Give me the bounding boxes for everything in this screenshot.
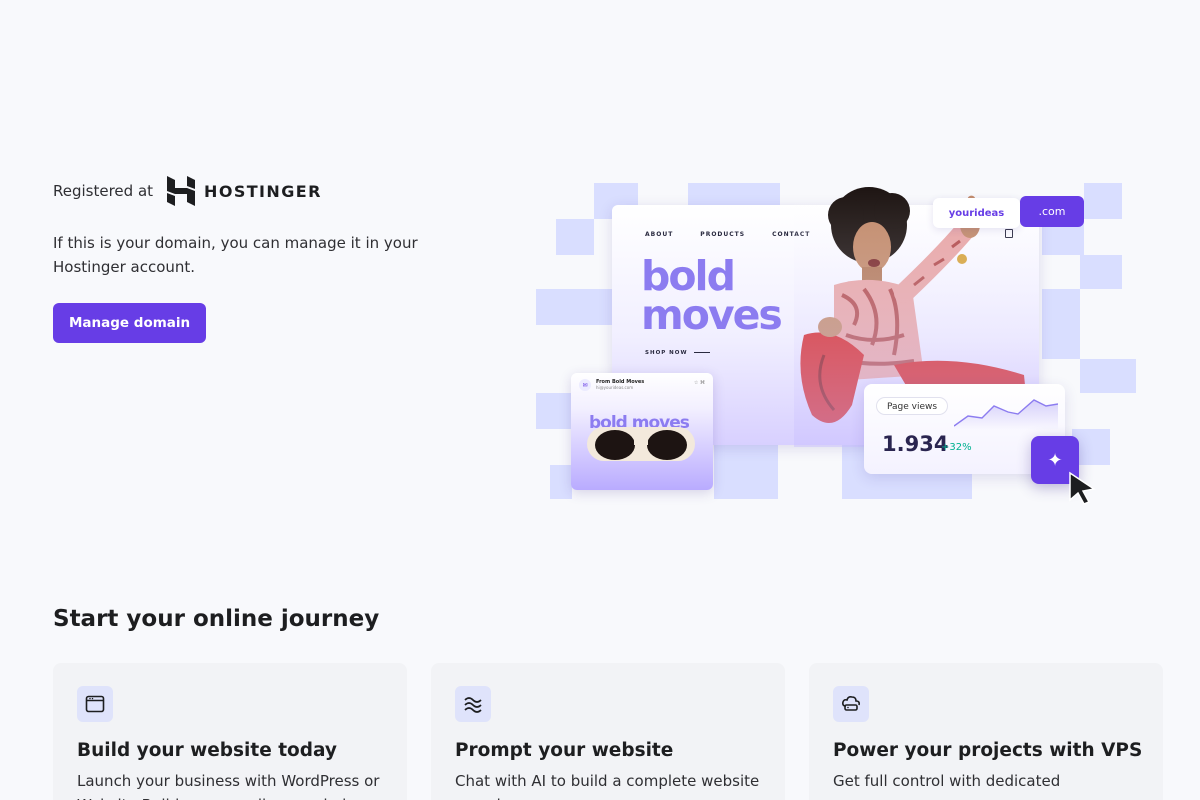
- deco-square: [714, 445, 778, 499]
- deco-square: [1080, 255, 1122, 289]
- page-views-label: Page views: [876, 397, 949, 415]
- cursor-icon: [1069, 471, 1096, 505]
- registered-label: Registered at: [53, 182, 154, 200]
- email-header: ✉ From Bold Moves hi@yourideas.com: [579, 379, 644, 391]
- manage-domain-button[interactable]: Manage domain: [53, 303, 207, 343]
- card-text: Launch your business with WordPress or W…: [77, 772, 380, 800]
- domain-name-pill: yourideas: [933, 198, 1020, 228]
- vps-card[interactable]: Power your projects with VPS Get full co…: [809, 663, 1163, 800]
- deco-square: [550, 465, 572, 499]
- hero-illustration: ABOUT PRODUCTS CONTACT bold moves SHOP N…: [536, 183, 1140, 508]
- browser-window-icon: [77, 686, 113, 722]
- hostinger-logo: HOSTINGER: [167, 176, 322, 206]
- hero-section: Registered at HOSTINGER If this is your …: [53, 176, 453, 343]
- deco-square: [1042, 289, 1080, 359]
- mail-icon: ✉: [579, 379, 591, 391]
- sunglasses-image: [587, 427, 695, 461]
- card-text: Chat with AI to build a complete website…: [455, 772, 760, 800]
- arrow-line-icon: [693, 352, 710, 353]
- deco-square: [1080, 359, 1136, 393]
- mockup-headline: bold moves: [641, 256, 783, 339]
- deco-square: [688, 183, 780, 205]
- email-preview-card: ✉ From Bold Moves hi@yourideas.com ☆ ⌘ b…: [571, 373, 713, 490]
- deco-square: [556, 219, 594, 255]
- brand-name: HOSTINGER: [204, 181, 322, 201]
- journey-cards: Build your website today Launch your bus…: [53, 663, 1163, 800]
- card-title: Build your website today: [77, 740, 337, 761]
- mockup-shop-now: SHOP NOW: [645, 350, 710, 356]
- email-address: hi@yourideas.com: [596, 385, 634, 390]
- card-title: Prompt your website: [455, 740, 674, 761]
- shop-now-label: SHOP NOW: [645, 350, 688, 356]
- journey-title: Start your online journey: [53, 606, 380, 632]
- card-title: Power your projects with VPS: [833, 740, 1143, 761]
- mockup-nav-about: ABOUT: [645, 231, 674, 238]
- registrar-row: Registered at HOSTINGER: [53, 176, 453, 206]
- hostinger-logo-icon: [167, 176, 196, 206]
- domain-tld-pill: .com: [1020, 196, 1084, 227]
- card-text: Get full control with dedicated resource…: [833, 772, 1061, 800]
- deco-square: [536, 289, 612, 325]
- build-website-card[interactable]: Build your website today Launch your bus…: [53, 663, 407, 800]
- page-views-value: 1.934: [882, 432, 949, 456]
- star-icon: ☆ ⌘: [693, 380, 705, 386]
- mockup-nav: ABOUT PRODUCTS CONTACT: [645, 231, 810, 238]
- deco-square: [536, 393, 574, 429]
- prompt-website-card[interactable]: Prompt your website Chat with AI to buil…: [431, 663, 785, 800]
- ai-waves-icon: [455, 686, 491, 722]
- domain-description: If this is your domain, you can manage i…: [53, 234, 418, 276]
- mockup-headline-line2: moves: [641, 291, 783, 339]
- cloud-server-icon: [833, 686, 869, 722]
- deco-square: [1084, 183, 1122, 219]
- page-views-sparkline: [954, 399, 1058, 430]
- mockup-nav-products: PRODUCTS: [700, 231, 746, 238]
- page-views-change: +32%: [941, 442, 972, 453]
